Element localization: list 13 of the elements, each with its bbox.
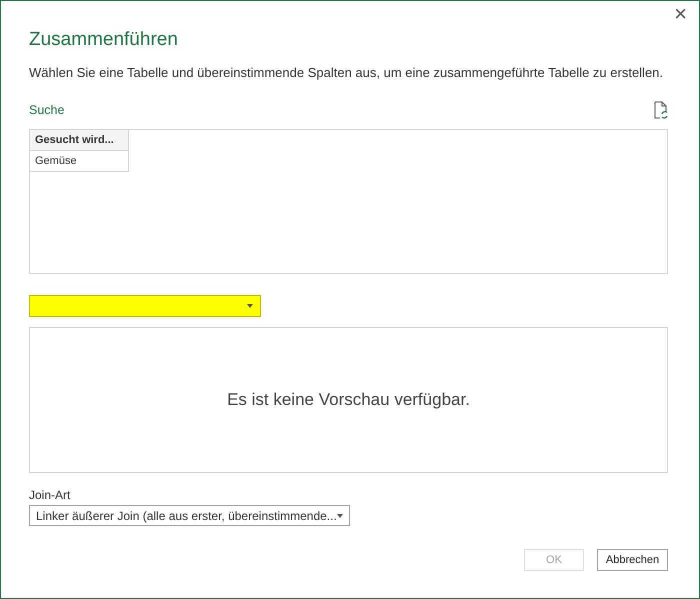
close-button[interactable]: × — [670, 3, 691, 25]
table-cell: Gemüse — [30, 150, 128, 172]
caret-icon — [247, 304, 253, 308]
join-kind-label: Join-Art — [29, 488, 72, 502]
preview-message: Es ist keine Vorschau verfügbar. — [227, 390, 470, 410]
table-label: Suche — [29, 103, 64, 117]
cancel-button[interactable]: Abbrechen — [597, 549, 668, 571]
window-title: Zusammenführen — [29, 28, 179, 52]
refresh-document-icon[interactable] — [654, 101, 668, 119]
column-header[interactable]: Gesucht wird... — [30, 130, 128, 150]
description-text: Wählen Sie eine Tabelle und übereinstimmende Spalten aus, um eine zusammengeführte Tabelle zu erstellen. — [29, 65, 664, 81]
caret-icon — [337, 514, 343, 518]
join-kind-dropdown[interactable]: Linker äußerer Join (alle aus erster, übereinstimmende... — [29, 505, 350, 526]
